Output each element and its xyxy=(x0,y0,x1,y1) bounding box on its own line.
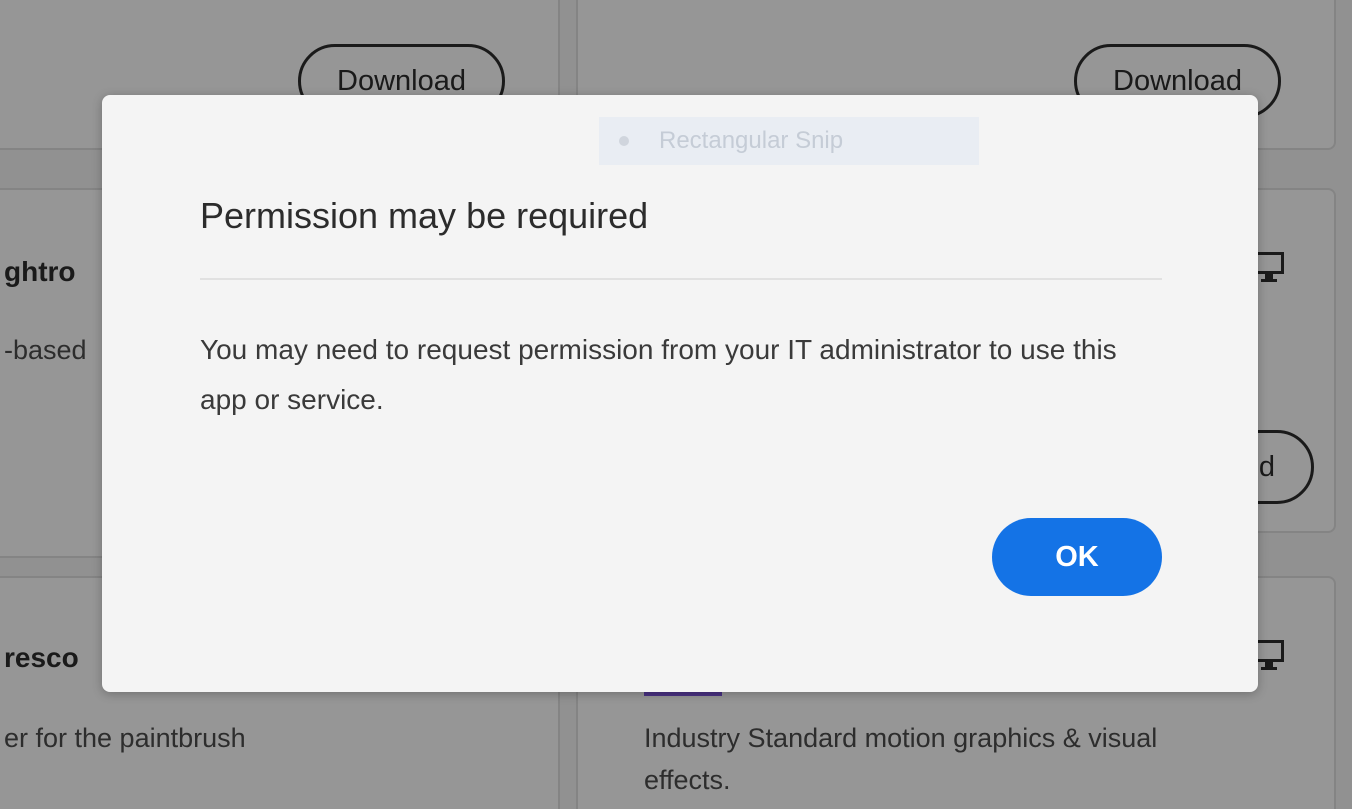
dialog-message: You may need to request permission from … xyxy=(200,334,1117,415)
dialog-divider xyxy=(200,278,1162,280)
permission-dialog: Rectangular Snip Permission may be requi… xyxy=(102,95,1258,692)
snip-dot-icon xyxy=(619,136,629,146)
dialog-title: Permission may be required xyxy=(200,195,649,236)
ok-button[interactable]: OK xyxy=(992,518,1162,596)
snip-tooltip: Rectangular Snip xyxy=(599,117,979,165)
snip-label: Rectangular Snip xyxy=(659,127,844,154)
